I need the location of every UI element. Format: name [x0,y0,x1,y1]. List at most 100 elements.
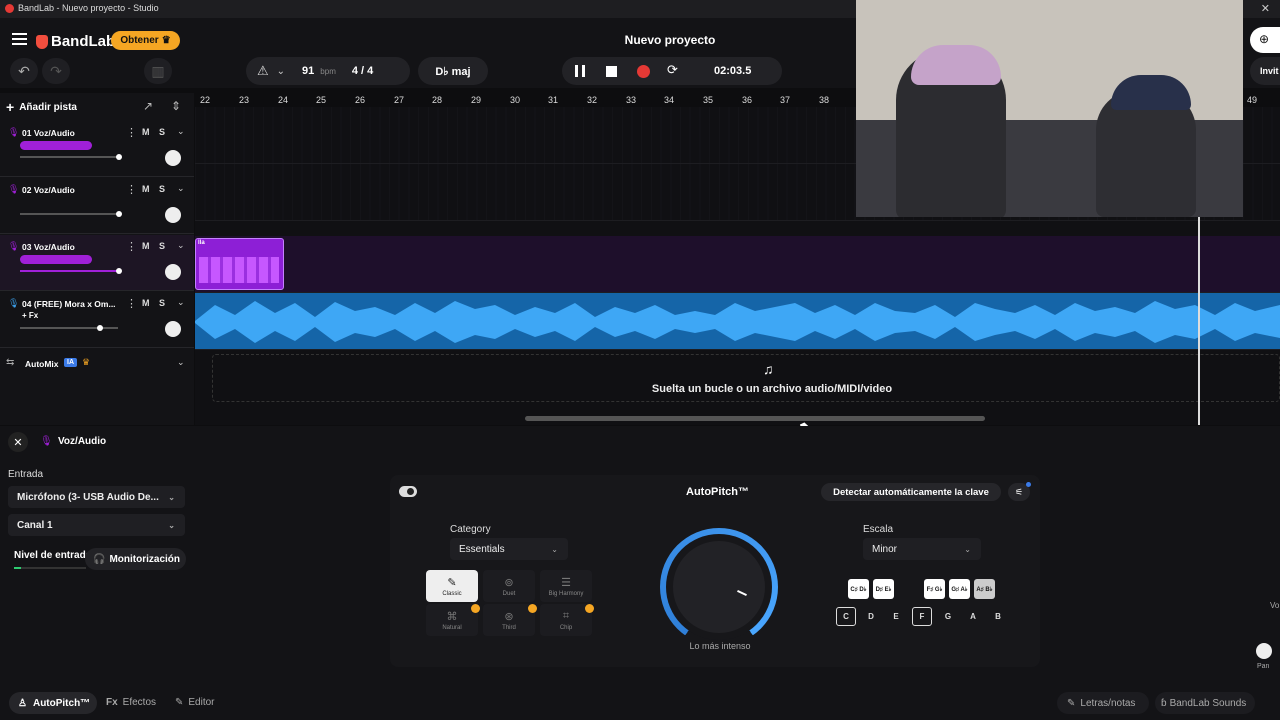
key-g[interactable]: G [938,607,958,626]
pan-knob[interactable] [165,150,181,166]
volume-slider[interactable] [20,154,122,160]
bpm-value[interactable]: 91 [302,65,314,77]
pan-knob[interactable] [1256,643,1272,659]
key-d-sharp[interactable]: D♯ E♭ [873,579,894,599]
mute-button[interactable]: M [142,298,150,308]
category-select[interactable]: Essentials ⌄ [450,538,568,560]
metronome-icon[interactable]: ⚠ [257,63,269,79]
key-a[interactable]: A [963,607,983,626]
project-title[interactable]: Nuevo proyecto [560,33,780,47]
chevron-down-icon[interactable]: ⌄ [177,357,185,368]
monitoring-button[interactable]: 🎧 Monitorización [85,548,186,570]
key-b[interactable]: B [988,607,1008,626]
automix-row[interactable]: ⇆ AutoMix IA ♛ ⌄ [0,351,194,377]
invite-button[interactable]: Invit [1250,57,1280,85]
tab-effects[interactable]: Fx Efectos [106,697,156,708]
mute-button[interactable]: M [142,241,150,251]
add-track-button[interactable]: + Añadir pista [6,99,77,115]
track-row[interactable]: 🎙 01 Voz/Audio ⋮ M S ⌄ [0,121,194,177]
track-row[interactable]: 🎙 04 (FREE) Mora x Om... ⋮ M S ⌄ + Fx [0,292,194,348]
chevron-down-icon[interactable]: ⌄ [177,297,185,308]
mute-button[interactable]: M [142,127,150,137]
track-name[interactable]: 04 (FREE) Mora x Om... [22,299,116,309]
solo-button[interactable]: S [159,241,165,251]
effect-classic[interactable]: ✎ Classic [426,570,478,602]
drop-zone[interactable]: ♫ Suelta un bucle o un archivo audio/MID… [212,354,1280,402]
key-c[interactable]: C [836,607,856,626]
detect-key-button[interactable]: Detectar automáticamente la clave [821,483,1001,501]
vocal-effect-badge[interactable] [20,141,92,150]
key-f-sharp[interactable]: F♯ G♭ [924,579,945,599]
track-row-selected[interactable]: 🎙 03 Voz/Audio ⋮ M S ⌄ [0,235,194,291]
volume-slider[interactable] [20,325,118,331]
key-selector[interactable]: D♭ maj [418,57,488,85]
menu-icon[interactable] [12,33,27,45]
globe-icon[interactable]: ⊕ [1250,27,1280,53]
track-name[interactable]: 02 Voz/Audio [22,185,75,195]
key-g-sharp[interactable]: G♯ A♭ [949,579,970,599]
scale-select[interactable]: Minor ⌄ [863,538,981,560]
solo-button[interactable]: S [159,184,165,194]
close-panel-button[interactable]: ✕ [8,432,28,452]
horizontal-scrollbar[interactable] [525,416,985,421]
bar-number: 32 [587,95,598,105]
add-fx-button[interactable]: + Fx [22,311,38,320]
timeline-ruler[interactable]: 22 23 24 25 26 27 28 29 30 31 32 33 34 3… [195,93,855,107]
track-lane[interactable] [195,236,1280,293]
audio-clip[interactable]: lla [195,238,284,290]
more-icon[interactable]: ⋮ [126,240,137,253]
more-icon[interactable]: ⋮ [126,183,137,196]
key-c-sharp[interactable]: C♯ D♭ [848,579,869,599]
key-e[interactable]: E [886,607,906,626]
window-close-icon[interactable]: ✕ [1261,2,1270,15]
chevron-down-icon[interactable]: ⌄ [177,183,185,194]
pan-knob[interactable] [165,321,181,337]
stop-button[interactable] [606,66,617,77]
undo-button[interactable]: ↶ [10,58,38,84]
key-a-sharp[interactable]: A♯ B♭ [974,579,995,599]
track-name[interactable]: 03 Voz/Audio [22,242,75,252]
automation-icon[interactable]: ↗ [143,99,153,113]
autopitch-toggle[interactable] [399,486,417,497]
chevron-down-icon[interactable]: ⌄ [277,66,285,77]
time-signature[interactable]: 4 / 4 [352,65,373,77]
tab-editor[interactable]: ✎ Editor [175,697,215,708]
effect-big-harmony[interactable]: ☰ Big Harmony [540,570,592,602]
pan-knob[interactable] [165,207,181,223]
get-premium-button[interactable]: Obtener ♛ [111,31,180,50]
redo-button[interactable]: ↷ [42,58,70,84]
mute-button[interactable]: M [142,184,150,194]
track-name[interactable]: 01 Voz/Audio [22,128,75,138]
pan-knob[interactable] [165,264,181,280]
key-d[interactable]: D [861,607,881,626]
volume-slider[interactable] [20,211,122,217]
effect-duet[interactable]: ⊚ Duet [483,570,535,602]
chevron-down-icon[interactable]: ⌄ [177,126,185,137]
input-device-select[interactable]: Micrófono (3- USB Audio De... ⌄ [8,486,185,508]
track-row[interactable]: 🎙 02 Voz/Audio ⋮ M S ⌄ [0,178,194,234]
playhead[interactable] [1198,217,1200,425]
solo-button[interactable]: S [159,298,165,308]
mixer-icon[interactable]: ▥ [144,58,172,84]
chevron-down-icon[interactable]: ⌄ [177,240,185,251]
vocal-effect-badge[interactable] [20,255,92,264]
key-f[interactable]: F [912,607,932,626]
intensity-knob[interactable] [673,541,765,633]
pause-button[interactable] [575,65,585,77]
time-display: 02:03.5 [714,65,752,77]
track-lane[interactable] [195,293,1280,350]
add-track-label: Añadir pista [19,101,77,113]
more-icon[interactable]: ⋮ [126,126,137,139]
bar-number: 49 [1247,95,1258,105]
fit-tracks-icon[interactable]: ⇕ [171,99,181,113]
tab-autopitch[interactable]: ♙ AutoPitch™ [9,692,97,714]
lyrics-notes-button[interactable]: ✎ Letras/notas [1057,692,1149,714]
loop-icon[interactable]: ⟳ [667,62,678,78]
channel-select[interactable]: Canal 1 ⌄ [8,514,185,536]
bandlab-logo[interactable]: BandLab [36,33,115,50]
volume-slider[interactable] [20,268,122,274]
record-button[interactable] [637,65,650,78]
more-icon[interactable]: ⋮ [126,297,137,310]
bandlab-sounds-button[interactable]: ɓ BandLab Sounds [1155,692,1255,714]
solo-button[interactable]: S [159,127,165,137]
